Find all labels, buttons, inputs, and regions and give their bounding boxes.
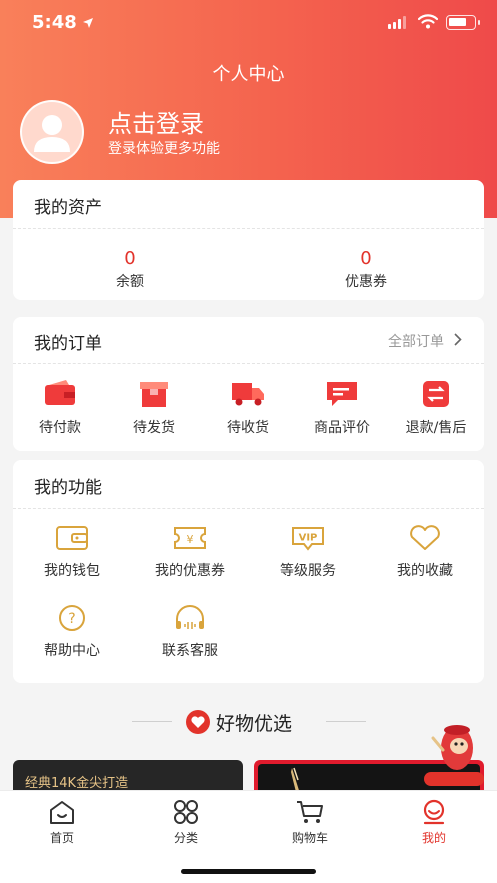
divider [13, 363, 484, 364]
category-icon [172, 799, 200, 825]
recommend-section-header: 好物优选 [0, 707, 497, 737]
tab-label: 购物车 [291, 831, 328, 845]
order-item-label: 退款/售后 [405, 420, 467, 436]
coupon-count-label: 优惠券 [345, 274, 387, 290]
order-review[interactable]: 商品评价 [295, 379, 389, 437]
function-help-center[interactable]: ? 帮助中心 [13, 604, 131, 660]
coupon-icon: ¥ [172, 524, 208, 552]
chevron-right-icon [454, 332, 462, 350]
order-refund[interactable]: 退款/售后 [389, 379, 483, 437]
package-icon [136, 379, 172, 409]
orders-title: 我的订单 [34, 334, 102, 354]
page-title: 个人中心 [212, 64, 285, 85]
assets-title: 我的资产 [34, 198, 102, 218]
login-button[interactable]: 点击登录 [108, 104, 204, 139]
section-title: 好物优选 [216, 713, 293, 735]
tab-cart[interactable]: 购物车 [270, 799, 350, 846]
functions-card: 我的功能 我的钱包 ¥ 我的优惠券 VIP 等级服务 我的收藏 ? 帮助中心 联… [13, 460, 484, 683]
location-arrow-icon [82, 14, 94, 33]
battery-icon [446, 15, 480, 30]
wifi-icon [417, 14, 439, 33]
order-pending-payment[interactable]: 待付款 [13, 379, 107, 437]
heart-icon [186, 710, 210, 734]
function-item-label: 我的钱包 [44, 563, 100, 579]
tab-category[interactable]: 分类 [146, 799, 226, 846]
tab-label: 分类 [173, 831, 198, 845]
order-pending-shipment[interactable]: 待发货 [107, 379, 201, 437]
home-indicator [181, 869, 316, 874]
cart-icon [296, 799, 324, 825]
order-item-label: 待发货 [133, 420, 175, 436]
vip-badge-text: VIP [299, 533, 318, 544]
profile-icon [420, 799, 448, 825]
refund-icon [418, 379, 454, 409]
tab-label: 我的 [421, 831, 446, 845]
divider [326, 721, 366, 722]
all-orders-label: 全部订单 [388, 334, 444, 350]
balance-label: 余额 [116, 274, 144, 290]
order-item-label: 待付款 [39, 420, 81, 436]
coupon-count-value: 0 [360, 248, 372, 269]
heart-outline-icon [407, 524, 443, 552]
headset-icon [172, 604, 208, 632]
orders-card: 我的订单 全部订单 待付款 待发货 待收货 商品评价 退款/售后 [13, 317, 484, 451]
divider [13, 508, 484, 509]
divider [132, 721, 172, 722]
help-icon: ? [54, 604, 90, 632]
signal-icon [388, 16, 406, 29]
status-time: 5:48 [32, 12, 77, 33]
product-card-text: 经典14K金尖打造 [25, 776, 129, 791]
order-item-label: 商品评价 [314, 420, 370, 436]
function-item-label: 我的优惠券 [155, 563, 225, 579]
svg-text:¥: ¥ [187, 533, 194, 546]
wallet-icon [42, 379, 78, 409]
tab-profile[interactable]: 我的 [394, 799, 474, 846]
function-level-service[interactable]: VIP 等级服务 [249, 524, 367, 580]
user-avatar-icon [20, 100, 84, 164]
login-subtitle: 登录体验更多功能 [108, 141, 220, 157]
function-item-label: 等级服务 [280, 563, 336, 579]
all-orders-link[interactable]: 全部订单 [388, 331, 462, 351]
function-item-label: 联系客服 [162, 643, 218, 659]
order-pending-receipt[interactable]: 待收货 [201, 379, 295, 437]
order-item-label: 待收货 [227, 420, 269, 436]
tab-label: 首页 [49, 831, 74, 845]
functions-title: 我的功能 [34, 478, 102, 498]
vip-icon: VIP [290, 524, 326, 552]
status-bar: 5:48 [0, 0, 497, 48]
truck-icon [230, 379, 266, 409]
mascot-badge [424, 772, 484, 786]
function-wallet[interactable]: 我的钱包 [13, 524, 131, 580]
function-coupons[interactable]: ¥ 我的优惠券 [131, 524, 249, 580]
balance-value: 0 [124, 248, 136, 269]
tab-home[interactable]: 首页 [22, 799, 102, 846]
function-item-label: 帮助中心 [44, 643, 100, 659]
assets-card: 我的资产 0 余额 0 优惠券 [13, 180, 484, 300]
svg-text:?: ? [68, 611, 75, 627]
comment-icon [324, 379, 360, 409]
function-customer-service[interactable]: 联系客服 [131, 604, 249, 660]
avatar[interactable] [20, 100, 92, 164]
function-item-label: 我的收藏 [397, 563, 453, 579]
wallet-outline-icon [54, 524, 90, 552]
home-icon [48, 799, 76, 825]
function-favorites[interactable]: 我的收藏 [366, 524, 484, 580]
divider [13, 228, 484, 229]
